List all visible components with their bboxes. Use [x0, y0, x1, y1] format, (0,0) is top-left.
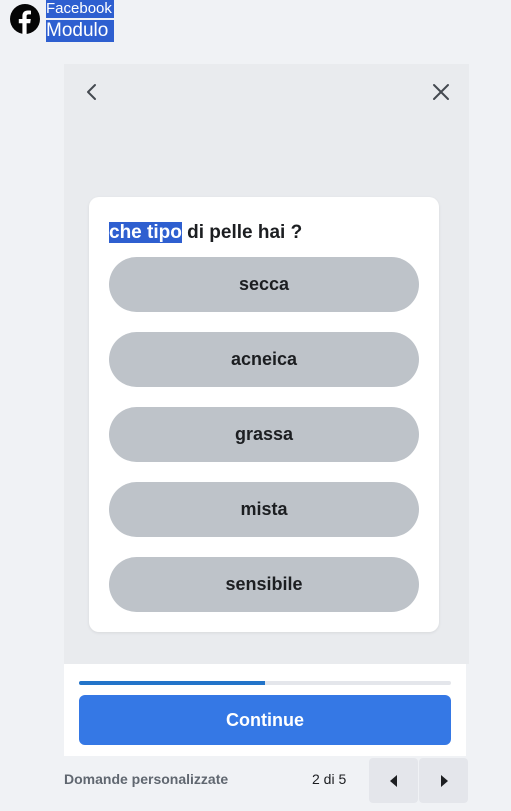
question-card: che tipo di pelle hai ? secca acneica gr… — [89, 197, 439, 632]
progress-fill — [79, 681, 265, 685]
progress-bar — [79, 681, 451, 685]
option-button[interactable]: mista — [109, 482, 419, 537]
footer-label: Domande personalizzate — [64, 771, 229, 787]
next-page-button[interactable] — [419, 758, 468, 803]
bottom-bar: Continue — [64, 664, 466, 756]
chevron-left-icon — [87, 84, 96, 100]
option-button[interactable]: acneica — [109, 332, 419, 387]
option-button[interactable]: secca — [109, 257, 419, 312]
caret-right-icon — [440, 774, 448, 787]
caret-left-icon — [389, 774, 397, 787]
question-rest: di pelle hai ? — [181, 222, 303, 243]
question-text: che tipo di pelle hai ? — [109, 222, 302, 244]
brand-name: Facebook — [46, 0, 114, 18]
brand: Facebook Modulo — [10, 0, 114, 42]
close-button[interactable] — [427, 78, 455, 106]
page-count: 2 di 5 — [312, 771, 347, 787]
previous-page-button[interactable] — [369, 758, 418, 803]
facebook-logo-icon — [10, 4, 40, 34]
question-highlight: che tipo — [109, 222, 182, 243]
form-panel: che tipo di pelle hai ? secca acneica gr… — [64, 64, 469, 664]
option-button[interactable]: sensibile — [109, 557, 419, 612]
continue-button[interactable]: Continue — [79, 695, 451, 745]
back-button[interactable] — [78, 78, 106, 106]
options-list: secca acneica grassa mista sensibile — [109, 257, 419, 632]
brand-subtitle: Modulo — [46, 20, 114, 42]
option-button[interactable]: grassa — [109, 407, 419, 462]
close-icon — [433, 84, 449, 100]
